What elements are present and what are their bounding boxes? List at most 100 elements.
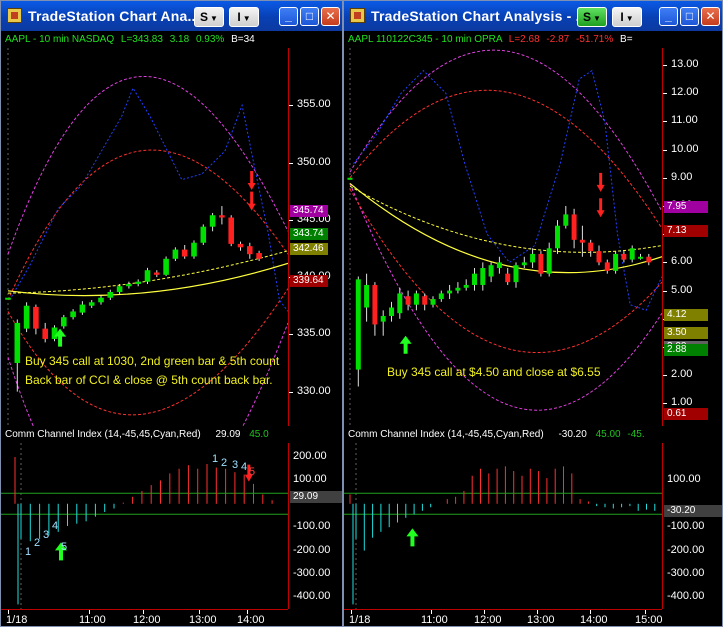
time-tick-mark: [645, 610, 646, 614]
candle-body: [126, 283, 132, 287]
right-close-button[interactable]: ✕: [701, 7, 720, 26]
candle-body: [488, 265, 494, 277]
interval-link-label: I: [237, 10, 241, 24]
tradestation-app-icon: [350, 8, 365, 23]
price-tick-label: 5.00: [671, 283, 693, 296]
time-tick-mark: [89, 610, 90, 614]
right-symbol-header: AAPL 110122C345 - 10 min OPRA L=2.68 -2.…: [348, 34, 633, 45]
sell-arrow-icon: [247, 171, 256, 191]
time-tick-mark: [199, 610, 200, 614]
left-symbol-link-button[interactable]: S ▼: [194, 7, 224, 27]
right-maximize-button[interactable]: □: [680, 7, 699, 26]
trade-note: Buy 345 call at $4.50 and close at $6.55: [387, 365, 601, 379]
outer-band-upper: [349, 49, 662, 212]
candle-body: [472, 273, 477, 285]
candle-body: [422, 296, 428, 305]
candle-body: [163, 258, 169, 275]
candle-body: [521, 262, 527, 266]
left-title-bar[interactable]: TradeStation Chart Ana... S ▼ I ▼ _ □ ✕: [1, 1, 342, 31]
price-tick-mark: [663, 64, 667, 66]
right-minimize-button[interactable]: _: [659, 7, 678, 26]
candle-body: [413, 293, 419, 305]
left-price-axis[interactable]: 355.00350.00345.00340.00335.00330.00345.…: [288, 48, 342, 426]
left-close-button[interactable]: ✕: [321, 7, 340, 26]
price-tick-label: 330.00: [297, 384, 331, 397]
candle-body: [116, 286, 123, 292]
candle-body: [397, 293, 403, 314]
candle-body: [219, 215, 225, 218]
candle-body: [588, 242, 594, 252]
candle-body: [23, 305, 30, 329]
time-tick-mark: [8, 610, 9, 614]
cci-tick-label: -300.00: [667, 566, 705, 579]
close-icon: ✕: [705, 9, 716, 23]
right-cci-axis[interactable]: 100.00 -100.00 -200.00 -300.00 -400.00 -30.20: [662, 443, 722, 609]
cci-count-label: 5: [61, 541, 68, 553]
candle-body: [530, 253, 536, 263]
time-tick-mark: [537, 610, 538, 614]
percent-change: -51.71%: [576, 34, 614, 45]
price-tick-mark: [663, 121, 667, 123]
chevron-down-icon: ▼: [593, 14, 601, 23]
cci-count-label: 4: [52, 520, 59, 532]
right-cci-header: Comm Channel Index (14,-45,45,Cyan,Red) …: [348, 429, 645, 440]
left-maximize-button[interactable]: □: [300, 7, 319, 26]
buy-arrow-icon: [399, 335, 412, 354]
price-tick-mark: [663, 262, 667, 264]
right-interval-link-button[interactable]: I ▼: [612, 7, 642, 27]
cci-tick-label: -200.00: [667, 543, 705, 556]
price-tick-label: 1.00: [671, 396, 693, 409]
symbol-link-label: S: [200, 10, 209, 24]
price-marker-label: 3.50: [664, 326, 708, 339]
cci-value: -30.20: [558, 429, 587, 440]
price-marker-label: 2.88: [664, 344, 708, 357]
candle-body: [88, 302, 95, 306]
symbol-text: AAPL 110122C345 - 10 min OPRA: [348, 34, 502, 45]
bid-value: B=: [620, 34, 633, 45]
candle-body: [405, 296, 411, 305]
candle-body: [107, 291, 114, 298]
left-chart-window: TradeStation Chart Ana... S ▼ I ▼ _ □ ✕ AA…: [0, 0, 343, 627]
left-time-axis[interactable]: 1/18 11:00 12:00 13:00 14:00: [1, 609, 288, 626]
price-tick-label: 355.00: [297, 98, 331, 111]
left-interval-link-button[interactable]: I ▼: [229, 7, 259, 27]
candle-body: [389, 307, 394, 316]
candle-body: [247, 246, 253, 255]
candle-body: [596, 251, 602, 263]
candle-body: [135, 281, 141, 284]
right-title-bar[interactable]: TradeStation Chart Analysis - ... S ▼ I ▼ …: [344, 1, 722, 31]
candle-body: [144, 270, 151, 282]
cci-title: Comm Channel Index (14,-45,45,Cyan,Red): [348, 429, 544, 440]
interval-link-label: I: [620, 10, 624, 24]
left-cci-axis[interactable]: 200.00 100.00 -100.00 -200.00 -300.00 -400.00…: [288, 443, 342, 609]
candle-body: [347, 177, 353, 180]
maximize-icon: □: [685, 9, 694, 23]
percent-change: 0.93%: [195, 34, 225, 45]
candle-body: [256, 253, 262, 259]
inner-band-upper: [349, 89, 662, 229]
left-minimize-button[interactable]: _: [279, 7, 298, 26]
right-time-axis[interactable]: 1/18 11:00 12:00 13:00 14:00 15:00: [344, 609, 663, 626]
right-price-axis[interactable]: 13.0012.0011.0010.009.008.007.006.005.00…: [662, 48, 722, 426]
cci-count-label: 3: [43, 529, 50, 541]
price-tick-mark: [289, 105, 293, 107]
candle-body: [555, 225, 560, 249]
candle-body: [191, 242, 197, 257]
left-price-chart[interactable]: [1, 48, 288, 426]
price-tick-label: 6.00: [671, 255, 693, 268]
right-cci-chart[interactable]: [344, 443, 662, 609]
price-marker-label: 7.95: [664, 201, 708, 214]
right-symbol-link-button[interactable]: S ▼: [577, 7, 607, 27]
candle-body: [546, 248, 552, 274]
candle-body: [480, 268, 486, 285]
candle-body: [33, 306, 39, 329]
time-tick-label: 15:00: [635, 614, 663, 626]
cci-upper-level: 45.0: [249, 429, 269, 440]
cci-count-label: 1: [25, 546, 32, 558]
candle-body: [380, 315, 386, 322]
candle-body: [237, 243, 244, 248]
candle-body: [200, 226, 207, 243]
candle-body: [372, 284, 378, 325]
price-tick-mark: [663, 177, 667, 179]
time-tick-label: 14:00: [237, 614, 265, 626]
